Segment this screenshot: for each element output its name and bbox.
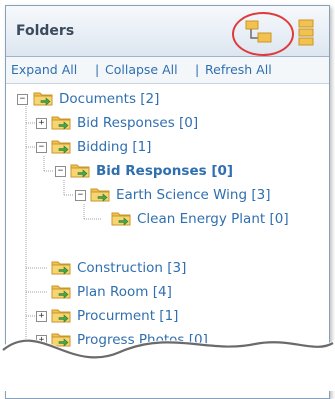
torn-edge [0, 338, 335, 391]
